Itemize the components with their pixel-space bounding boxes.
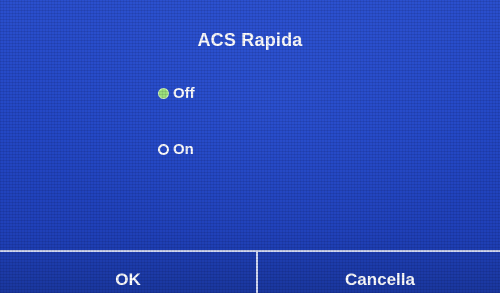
option-on-label: On xyxy=(173,140,194,158)
radio-unselected-icon[interactable] xyxy=(158,143,169,155)
option-off[interactable]: Off xyxy=(158,83,195,103)
cancel-button-label: Cancella xyxy=(345,269,415,289)
ok-button[interactable]: OK xyxy=(0,252,258,293)
acs-rapida-dialog: ACS Rapida Off On OK Cancella xyxy=(0,0,500,293)
cancel-button[interactable]: Cancella xyxy=(260,252,500,293)
option-on[interactable]: On xyxy=(158,139,194,159)
option-off-label: Off xyxy=(173,84,195,102)
radio-selected-icon[interactable] xyxy=(158,87,169,99)
ok-button-label: OK xyxy=(115,269,141,289)
dialog-title: ACS Rapida xyxy=(197,30,303,50)
button-bar: OK Cancella xyxy=(0,250,500,293)
